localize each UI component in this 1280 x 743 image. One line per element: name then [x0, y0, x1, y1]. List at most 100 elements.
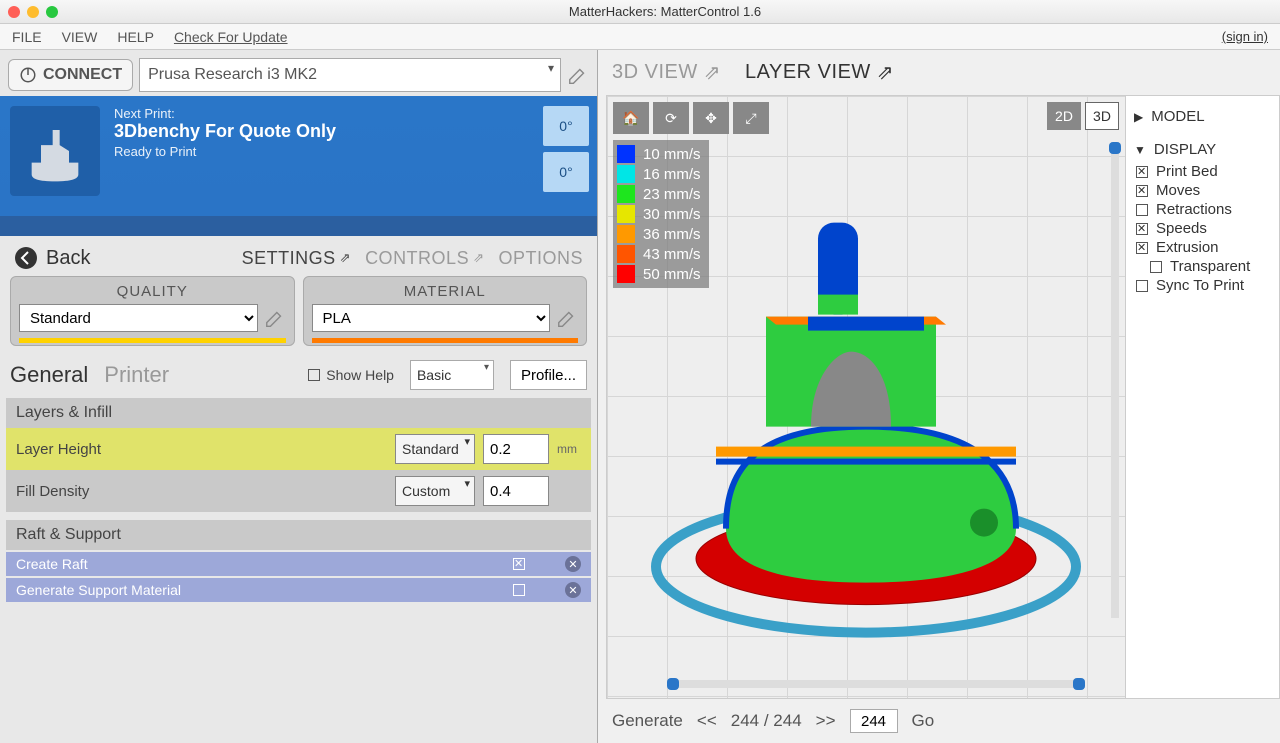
connect-label: CONNECT [43, 66, 122, 84]
bed-temp[interactable]: 0° [543, 152, 589, 192]
tab-options[interactable]: OPTIONS [498, 248, 583, 269]
close-window-icon[interactable] [8, 6, 20, 18]
row-create-raft: Create Raft ✕ [6, 552, 591, 576]
next-print-label: Next Print: [114, 106, 543, 121]
opt-sync-to-print[interactable]: Sync To Print [1136, 276, 1271, 295]
menu-check-update[interactable]: Check For Update [174, 29, 288, 45]
checkbox-icon [1136, 223, 1148, 235]
checkbox-icon [1136, 242, 1148, 254]
menu-view[interactable]: VIEW [62, 29, 98, 45]
next-layer-button[interactable]: >> [816, 711, 836, 731]
benchy-thumb-icon [20, 116, 90, 186]
label-fill-density: Fill Density [16, 483, 387, 500]
material-header: MATERIAL [312, 283, 579, 300]
menu-help[interactable]: HELP [117, 29, 154, 45]
maximize-window-icon[interactable] [46, 6, 58, 18]
titlebar: MatterHackers: MatterControl 1.6 [0, 0, 1280, 24]
popout-icon: ⇗ [704, 60, 721, 85]
generate-bar: Generate << 244 / 244 >> Go [598, 699, 1280, 743]
minimize-window-icon[interactable] [27, 6, 39, 18]
opt-speeds[interactable]: Speeds [1136, 219, 1271, 238]
tab-general[interactable]: General [10, 362, 88, 388]
window-title: MatterHackers: MatterControl 1.6 [58, 4, 1272, 19]
row-fill-density: Fill Density Custom [6, 470, 591, 512]
tab-controls[interactable]: CONTROLS ⇗ [365, 248, 484, 269]
popout-icon: ⇗ [473, 250, 484, 266]
edit-quality-icon[interactable] [264, 307, 286, 329]
zoom-view-icon[interactable]: ⤢ [733, 102, 769, 134]
quality-select[interactable]: Standard [19, 304, 258, 332]
opt-extrusion[interactable]: Extrusion [1136, 238, 1271, 257]
home-view-icon[interactable]: 🏠 [613, 102, 649, 134]
show-help-toggle[interactable]: Show Help [308, 367, 394, 383]
menu-file[interactable]: FILE [12, 29, 42, 45]
popout-icon: ⇗ [877, 60, 894, 85]
layer-height-preset[interactable]: Standard [395, 434, 475, 464]
back-button[interactable]: Back [14, 246, 90, 270]
fill-density-preset[interactable]: Custom [395, 476, 475, 506]
left-panel: CONNECT Prusa Research i3 MK2 Next Print… [0, 50, 598, 743]
pan-view-icon[interactable]: ✥ [693, 102, 729, 134]
legend-swatch-icon [617, 185, 635, 203]
opt-print-bed[interactable]: Print Bed [1136, 162, 1271, 181]
slider-thumb-right-icon[interactable] [1073, 678, 1085, 690]
prev-layer-button[interactable]: << [697, 711, 717, 731]
tab-printer[interactable]: Printer [104, 362, 169, 388]
section-raft-support: Raft & Support [6, 520, 591, 550]
create-raft-checkbox[interactable] [513, 558, 525, 570]
slider-thumb-left-icon[interactable] [667, 678, 679, 690]
reset-create-raft-icon[interactable]: ✕ [565, 556, 581, 572]
model-section-toggle[interactable]: ▶MODEL [1134, 104, 1271, 129]
tab-layer-view[interactable]: LAYER VIEW ⇗ [745, 60, 894, 85]
layer-height-input[interactable] [483, 434, 549, 464]
fill-density-input[interactable] [483, 476, 549, 506]
tab-3d-view[interactable]: 3D VIEW ⇗ [612, 60, 721, 85]
go-button[interactable]: Go [912, 711, 935, 731]
layer-input[interactable] [850, 709, 898, 733]
legend-swatch-icon [617, 265, 635, 283]
hotend-temp[interactable]: 0° [543, 106, 589, 146]
menubar: FILE VIEW HELP Check For Update (sign in… [0, 24, 1280, 50]
viewport-canvas[interactable]: 🏠 ⟳ ✥ ⤢ 2D 3D 10 mm/s16 mm/s23 mm/s30 mm… [607, 96, 1125, 698]
row-layer-height: Layer Height Standard mm [6, 428, 591, 470]
edit-printer-icon[interactable] [567, 64, 589, 86]
layer-vertical-slider[interactable] [1111, 142, 1119, 618]
opt-transparent[interactable]: Transparent [1136, 257, 1271, 276]
slider-thumb-icon[interactable] [1109, 142, 1121, 154]
profile-button[interactable]: Profile... [510, 360, 587, 390]
legend-swatch-icon [617, 165, 635, 183]
checkbox-icon [1136, 166, 1148, 178]
model-thumbnail [10, 106, 100, 196]
display-section-toggle[interactable]: ▼DISPLAY [1134, 137, 1271, 162]
connect-button[interactable]: CONNECT [8, 59, 133, 91]
generate-button[interactable]: Generate [612, 711, 683, 731]
generate-support-checkbox[interactable] [513, 584, 525, 596]
checkbox-icon [308, 369, 320, 381]
quality-header: QUALITY [19, 283, 286, 300]
opt-moves[interactable]: Moves [1136, 181, 1271, 200]
detail-level-select[interactable]: Basic [410, 360, 494, 390]
tab-settings[interactable]: SETTINGS ⇗ [242, 248, 351, 269]
back-arrow-icon [14, 246, 38, 270]
next-print-title: 3Dbenchy For Quote Only [114, 121, 543, 142]
opt-retractions[interactable]: Retractions [1136, 200, 1271, 219]
label-layer-height: Layer Height [16, 441, 387, 458]
edit-material-icon[interactable] [556, 307, 578, 329]
chevron-down-icon: ▼ [1134, 143, 1146, 157]
checkbox-icon [1136, 185, 1148, 197]
layer-horizontal-slider[interactable] [667, 680, 1085, 688]
label-create-raft: Create Raft [16, 556, 88, 572]
view-3d-button[interactable]: 3D [1085, 102, 1119, 130]
quality-panel: QUALITY Standard [10, 276, 295, 346]
printer-select[interactable]: Prusa Research i3 MK2 [139, 58, 561, 92]
reset-generate-support-icon[interactable]: ✕ [565, 582, 581, 598]
rotate-view-icon[interactable]: ⟳ [653, 102, 689, 134]
checkbox-icon [1150, 261, 1162, 273]
right-panel: 3D VIEW ⇗ LAYER VIEW ⇗ 🏠 ⟳ ✥ ⤢ 2D 3D 10 … [598, 50, 1280, 743]
view-2d-button[interactable]: 2D [1047, 102, 1081, 130]
label-generate-support: Generate Support Material [16, 582, 181, 598]
legend-swatch-icon [617, 205, 635, 223]
sign-in-link[interactable]: (sign in) [1222, 29, 1268, 44]
row-generate-support: Generate Support Material ✕ [6, 578, 591, 602]
material-select[interactable]: PLA [312, 304, 551, 332]
